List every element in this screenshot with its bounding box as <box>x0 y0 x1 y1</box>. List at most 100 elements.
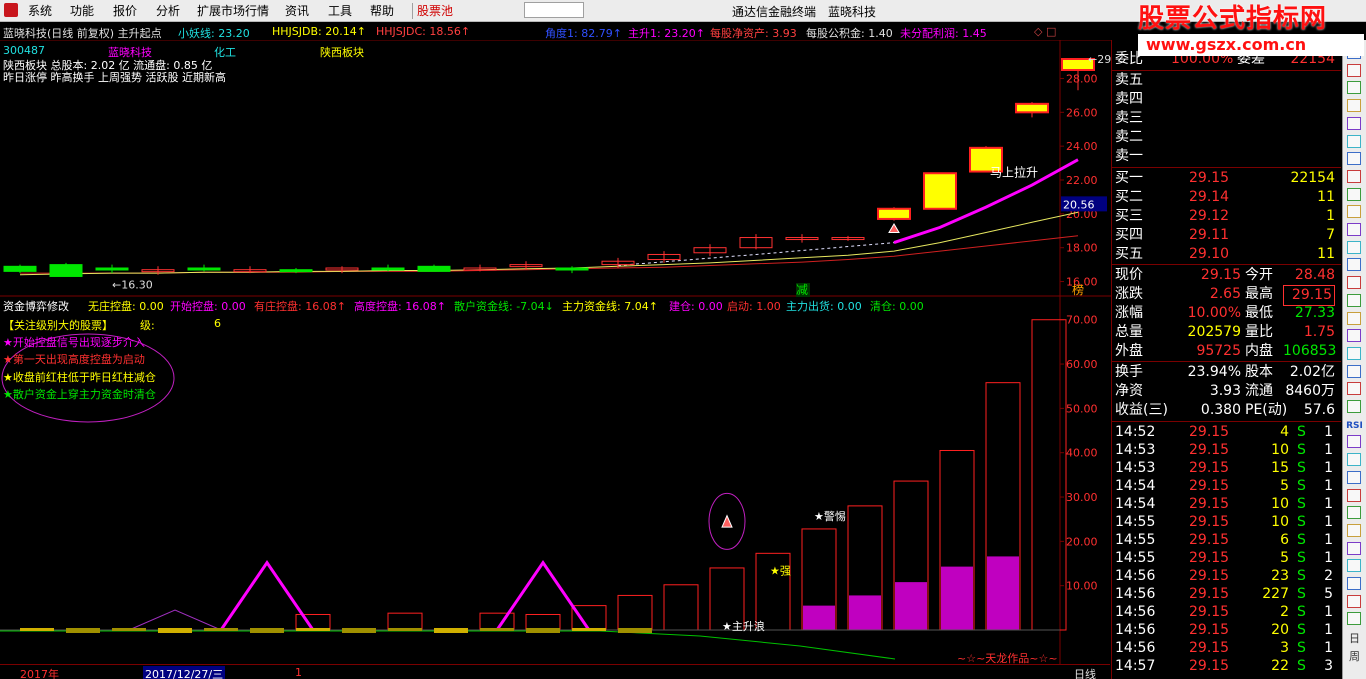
toolbar-icon-d[interactable] <box>1347 99 1361 113</box>
toolbar-icon-f[interactable] <box>1347 134 1361 148</box>
toolbar-icon-w[interactable] <box>1347 435 1361 449</box>
search-input[interactable] <box>524 2 584 18</box>
stat-value: 106853 <box>1283 343 1337 359</box>
tick-row: 14:54 29.15 10 S 1 <box>1115 495 1340 514</box>
toolbar-icon-r[interactable] <box>1347 346 1361 360</box>
toolbar-icon-h[interactable] <box>1347 169 1361 183</box>
tick-side: S <box>1297 550 1306 566</box>
toolbar-icon-aa[interactable] <box>1347 506 1361 520</box>
finance-row: 换手 23.94% 股本 2.02亿 <box>1115 363 1340 382</box>
tick-time: 14:57 <box>1115 658 1156 674</box>
marker-bang: 榜 <box>1072 282 1084 297</box>
tick-time: 14:55 <box>1115 532 1156 548</box>
indicator-hhjsjdb: HHJSJDB: 20.14↑ <box>272 25 366 38</box>
tick-time: 14:56 <box>1115 640 1156 656</box>
toolbar-icon-ee[interactable] <box>1347 577 1361 590</box>
price-tick-label: 18.00 <box>1066 242 1098 255</box>
indicator-header: 蓝晓科技(日线 前复权) 主升起点 小妖线: 23.20 HHJSJDB: 20… <box>0 24 1060 40</box>
tick-time: 14:56 <box>1115 604 1156 620</box>
buy-volume: 7 <box>1326 227 1335 243</box>
toolbar-icon-i[interactable] <box>1347 187 1361 201</box>
toolbar-icon-g[interactable] <box>1347 152 1361 166</box>
stat-value: 1.75 <box>1303 324 1335 340</box>
toolbar-icon-k[interactable] <box>1347 223 1361 236</box>
status-period[interactable]: 日线 <box>1074 666 1096 679</box>
tick-price: 29.15 <box>1189 478 1230 494</box>
toolbar-icon-bb[interactable] <box>1347 523 1361 537</box>
toolbar-icon-l[interactable] <box>1347 240 1361 254</box>
buy-price: 29.12 <box>1189 208 1230 224</box>
toolbar-icon-y[interactable] <box>1347 470 1361 484</box>
menu-ext-market[interactable]: 扩展市场行情 <box>197 3 269 19</box>
toolbar-icon-c[interactable] <box>1347 81 1361 95</box>
window-title: 通达信金融终端 <box>732 5 817 19</box>
header-shape-icons[interactable]: ◇ □ <box>1034 25 1056 38</box>
panel-divider-line <box>1112 264 1341 265</box>
toolbar-icon-gg[interactable] <box>1347 612 1361 626</box>
candle-body <box>371 267 405 271</box>
toolbar-icon-t[interactable] <box>1347 382 1361 396</box>
menu-stock-pool[interactable]: 股票池 <box>417 3 453 19</box>
buy-level-label: 买二 <box>1115 189 1143 205</box>
toolbar-icon-m[interactable] <box>1347 258 1361 272</box>
ind-value-8: 主力出货: 0.00 <box>786 299 862 313</box>
tick-row: 14:55 29.15 5 S 1 <box>1115 549 1340 568</box>
toolbar-icon-p[interactable] <box>1347 311 1361 325</box>
tick-row: 14:56 29.15 227 S 5 <box>1115 585 1340 604</box>
ind-value-7: 启动: 1.00 <box>727 300 781 313</box>
control-fill-bar <box>895 582 927 630</box>
tick-side: S <box>1297 478 1306 494</box>
base-block <box>342 628 376 633</box>
ind-tick-label: 10.00 <box>1066 580 1098 593</box>
toolbar-icon-n[interactable] <box>1347 276 1361 290</box>
toolbar-icon-q[interactable] <box>1347 329 1361 343</box>
sell-row: 卖五 <box>1115 71 1340 90</box>
legend-item-start: ★开始控盘信号出现逐步介入 <box>3 336 145 349</box>
sell-row: 卖三 <box>1115 109 1340 128</box>
indicator-reserve: 每股公积金: 1.40 <box>806 27 893 40</box>
toolbar-icon-o[interactable] <box>1347 293 1361 307</box>
candle-body <box>279 269 313 273</box>
price-tick-label: 22.00 <box>1066 174 1098 187</box>
menu-system[interactable]: 系统 <box>28 3 52 19</box>
stat-label: 总量 <box>1115 324 1143 340</box>
toolbar-icon-z[interactable] <box>1347 488 1361 502</box>
indicator-hhjsjdc: HHJSJDC: 18.56↑ <box>376 25 471 38</box>
menu-analysis[interactable]: 分析 <box>156 3 180 19</box>
buy-row: 买三 29.12 1 <box>1115 207 1340 226</box>
menu-quote[interactable]: 报价 <box>113 3 137 19</box>
toolbar-icon-hh[interactable]: 日 <box>1346 630 1363 647</box>
toolbar-icon-v[interactable]: RSI <box>1346 418 1363 435</box>
toolbar-icon-u[interactable] <box>1347 400 1361 413</box>
sell-level-label: 卖五 <box>1115 72 1143 88</box>
ind-tick-label: 60.00 <box>1066 358 1098 371</box>
candle-body <box>49 264 83 277</box>
menu-help[interactable]: 帮助 <box>370 3 394 19</box>
tick-row: 14:55 29.15 10 S 1 <box>1115 513 1340 532</box>
small-triangle-line <box>128 609 222 631</box>
base-block <box>112 628 146 631</box>
toolbar-icon-cc[interactable] <box>1347 541 1361 555</box>
toolbar-icon-ii[interactable]: 周 <box>1346 648 1363 665</box>
finance-value: 2.02亿 <box>1289 364 1335 380</box>
toolbar-icon-x[interactable] <box>1347 453 1361 467</box>
peak-triangle-line <box>219 559 315 631</box>
menu-tools[interactable]: 工具 <box>328 3 352 19</box>
tick-count: 1 <box>1324 424 1333 440</box>
chart-area[interactable]: 28.0026.0024.0022.0020.0018.0016.0020.56… <box>0 40 1111 664</box>
menu-news[interactable]: 资讯 <box>285 3 309 19</box>
base-block <box>20 628 54 631</box>
tick-price: 29.15 <box>1189 424 1230 440</box>
toolbar-icon-b[interactable] <box>1347 63 1361 77</box>
finance-row: 净资 3.93 流通 8460万 <box>1115 382 1340 401</box>
toolbar-icon-ff[interactable] <box>1347 594 1361 608</box>
tick-volume: 5 <box>1280 550 1289 566</box>
toolbar-icon-dd[interactable] <box>1347 559 1361 573</box>
toolbar-icon-s[interactable] <box>1347 364 1361 378</box>
tick-row: 14:55 29.15 6 S 1 <box>1115 531 1340 550</box>
toolbar-icon-e[interactable] <box>1347 116 1361 130</box>
menu-function[interactable]: 功能 <box>70 3 94 19</box>
toolbar-icon-j[interactable] <box>1347 205 1361 219</box>
tick-time: 14:53 <box>1115 460 1156 476</box>
control-bar <box>525 613 561 631</box>
